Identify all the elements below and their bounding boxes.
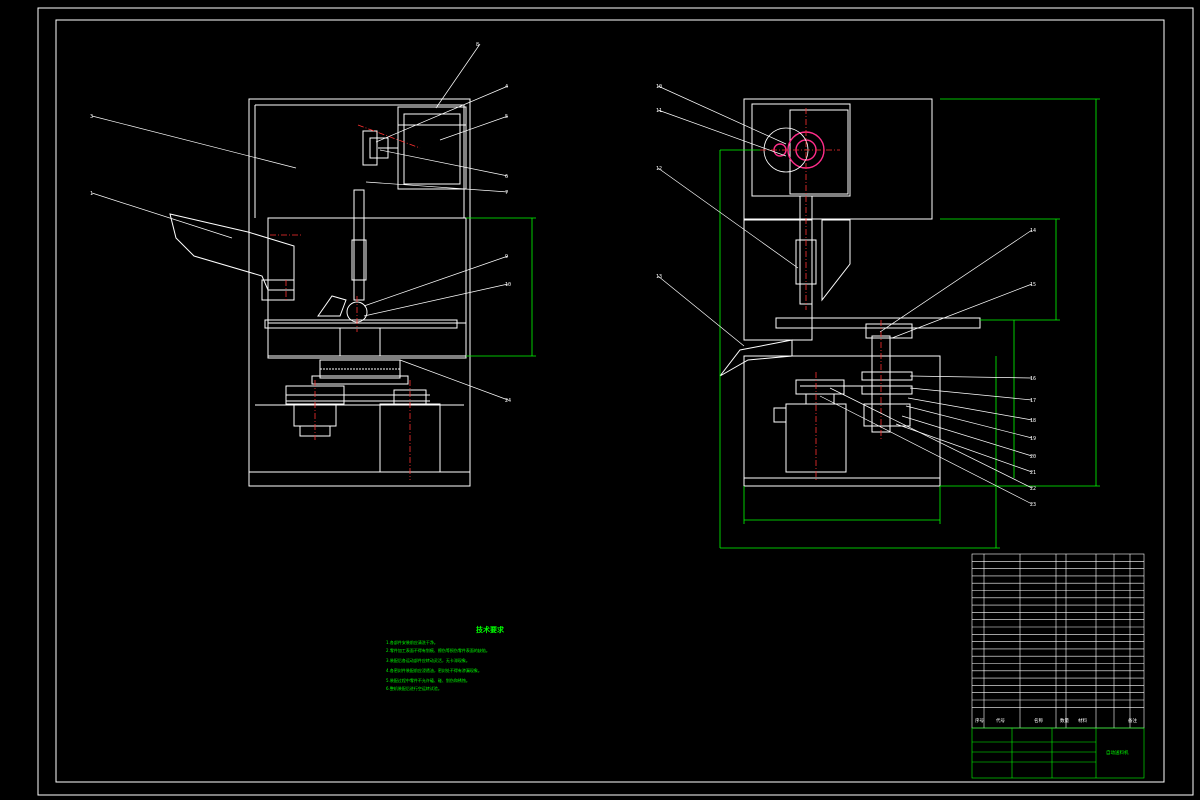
- left-leaders: [91, 43, 509, 401]
- callout-label: 22: [1030, 486, 1036, 492]
- notes-line: 1.各部件安装前应清洗干净。: [386, 639, 438, 645]
- notes-line: 3.装配后各运动部件应转动灵活，无卡滞现象。: [386, 657, 470, 663]
- feed-hopper: [169, 213, 295, 291]
- callout-label: 8: [476, 42, 479, 48]
- callout-label: 11: [656, 108, 662, 114]
- callout-label: 15: [1030, 282, 1036, 288]
- left-dimensions: [466, 217, 536, 357]
- top-housing: [743, 98, 933, 220]
- notes-line: 6.整机装配后进行空运转试验。: [386, 685, 442, 691]
- callout-label: 21: [1030, 470, 1036, 476]
- callout-label: 16: [1030, 376, 1036, 382]
- notes-title: 技术要求: [476, 625, 505, 634]
- header-label: 名称: [1034, 717, 1043, 724]
- right-leaders: [657, 85, 1033, 505]
- callout-label: 3: [90, 114, 93, 120]
- callout-label: 9: [505, 254, 508, 260]
- title-block: 序号 代号 名称 数量 材料 备注 自动送料机: [971, 553, 1145, 779]
- callout-label: 18: [1030, 418, 1036, 424]
- parts-list-outline: [971, 553, 1145, 729]
- callout-label: 23: [1030, 502, 1036, 508]
- callout-label: 14: [1030, 228, 1036, 234]
- mixing-chamber: [267, 217, 467, 359]
- callout-label: 10: [656, 84, 662, 90]
- notes-line: 2.零件加工表面不得有划痕、擦伤等损伤零件表面的缺陷。: [386, 647, 490, 653]
- header-label: 材料: [1078, 717, 1087, 724]
- left-housing: [248, 98, 471, 487]
- header-label: 序号: [975, 717, 984, 724]
- inner-frame: [55, 19, 1165, 783]
- notes-line: 4.各密封件装配前应浸透油，密封处不得有渗漏现象。: [386, 667, 482, 673]
- callout-label: 24: [505, 398, 511, 404]
- assembly-drawing: 8 4 5 6 7 3 1 9 10 24 10 11 12 13 14 15 …: [37, 7, 1194, 796]
- right-centerlines: [760, 108, 882, 480]
- callout-label: 17: [1030, 398, 1036, 404]
- motor-box-upper: [397, 106, 467, 190]
- callout-label: 6: [505, 174, 508, 180]
- drawing-name: 自动送料机: [1106, 749, 1129, 756]
- work-table: [775, 317, 981, 329]
- callout-label: 7: [505, 190, 508, 196]
- discharge-chute: [719, 339, 793, 377]
- header-label: 数量: [1060, 717, 1069, 724]
- lower-body: [743, 355, 941, 479]
- callout-label: 1: [90, 191, 93, 197]
- callout-label: 10: [505, 282, 511, 288]
- callout-label: 20: [1030, 454, 1036, 460]
- callout-label: 12: [656, 166, 662, 172]
- callout-label: 4: [505, 84, 508, 90]
- header-label: 备注: [1128, 717, 1137, 724]
- left-vertical-rod: [353, 189, 365, 301]
- left-callout-labels: 8 4 5 6 7 3 1 9 10 24: [90, 42, 511, 404]
- callout-label: 13: [656, 274, 662, 280]
- callout-label: 19: [1030, 436, 1036, 442]
- callout-label: 5: [505, 114, 508, 120]
- notes-line: 5.装配过程中零件不允许磕、碰、划伤和锈蚀。: [386, 677, 470, 683]
- parts-list-grid: [971, 553, 1145, 729]
- left-view: [169, 98, 471, 487]
- header-label: 代号: [996, 717, 1005, 724]
- technical-notes: 技术要求 1.各部件安装前应清洗干净。 2.零件加工表面不得有划痕、擦伤等损伤零…: [386, 625, 505, 691]
